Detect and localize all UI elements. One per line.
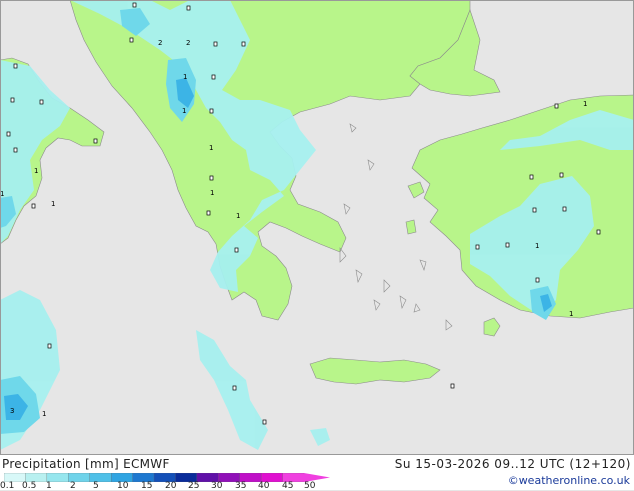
value-label: 1 (535, 242, 539, 250)
legend-title: Precipitation [mm] ECMWF (2, 457, 170, 471)
value-label: 1 (210, 189, 214, 197)
value-label: 1 (34, 167, 38, 175)
value-label: 1 (236, 212, 240, 220)
value-label: 1 (42, 410, 46, 418)
value-label: 1 (583, 100, 587, 108)
precipitation-map[interactable]: 2 2 1 1 1 1 1 1 1 1 1 1 1 3 1 (0, 0, 634, 455)
value-label: 3 (10, 407, 14, 415)
map-view: 2 2 1 1 1 1 1 1 1 1 1 1 1 3 1 Precipitat… (0, 0, 634, 491)
legend-footer: Precipitation [mm] ECMWF Su 15-03-2026 0… (0, 455, 634, 491)
land-chios (405, 219, 417, 235)
forecast-datetime: Su 15-03-2026 09..12 UTC (12+120) (394, 457, 631, 471)
value-label: 1 (183, 73, 187, 81)
value-label: 2 (186, 39, 190, 47)
value-label: 1 (182, 107, 186, 115)
value-label: 2 (158, 39, 162, 47)
value-label: 1 (569, 310, 573, 318)
credit-link[interactable]: ©weatheronline.co.uk (508, 474, 630, 487)
value-label: 1 (209, 144, 213, 152)
value-label: 1 (51, 200, 55, 208)
